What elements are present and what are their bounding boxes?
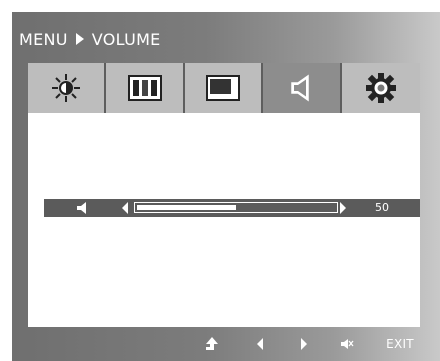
left-button[interactable]: [250, 327, 270, 361]
tab-brightness[interactable]: [28, 63, 107, 113]
breadcrumb: MENU VOLUME: [19, 27, 161, 51]
volume-track[interactable]: [134, 202, 338, 213]
speaker-icon: [291, 74, 310, 102]
speaker-small-icon: [77, 202, 86, 214]
right-button[interactable]: [294, 327, 314, 361]
exit-button[interactable]: EXIT: [380, 327, 420, 361]
mute-button[interactable]: [336, 327, 358, 361]
volume-panel: 50: [28, 113, 420, 327]
volume-slider-bar[interactable]: 50: [44, 199, 420, 217]
volume-fill: [137, 205, 236, 210]
mute-icon: [341, 339, 354, 349]
tab-picture[interactable]: [106, 63, 185, 113]
decrease-arrow-icon[interactable]: [122, 202, 128, 214]
breadcrumb-menu: MENU: [19, 29, 68, 49]
sun-icon: [52, 74, 81, 102]
increase-arrow-icon[interactable]: [340, 202, 346, 214]
tab-settings[interactable]: [341, 63, 420, 113]
gear-icon: [365, 73, 396, 103]
breadcrumb-arrow-icon: [75, 33, 84, 45]
back-arrow-icon: [206, 337, 218, 350]
menu-tabs: [28, 63, 420, 113]
breadcrumb-current: VOLUME: [91, 29, 161, 49]
tab-volume[interactable]: [263, 63, 342, 113]
position-icon: [205, 75, 240, 101]
volume-value: 50: [375, 201, 389, 214]
tab-position[interactable]: [184, 63, 264, 113]
picture-icon: [127, 75, 162, 101]
left-arrow-icon: [257, 338, 263, 350]
right-arrow-icon: [301, 338, 307, 350]
footer-bar: EXIT: [28, 327, 420, 361]
back-button[interactable]: [200, 327, 224, 361]
